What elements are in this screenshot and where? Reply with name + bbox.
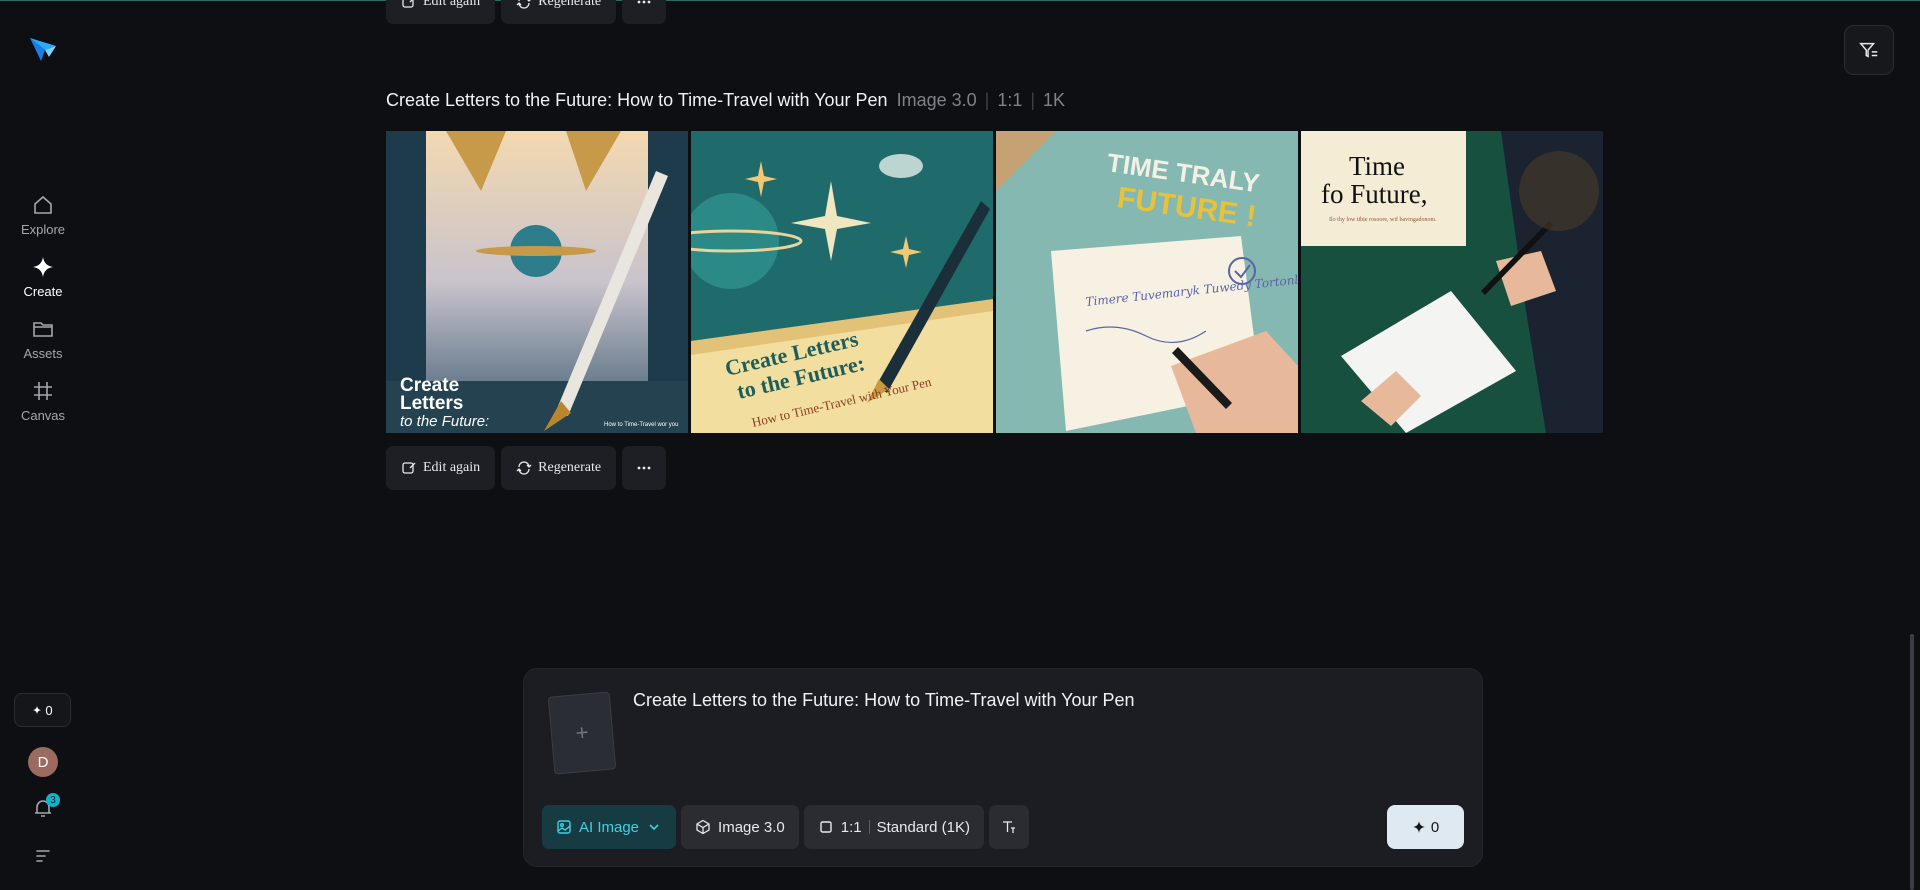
generation-model: Image 3.0	[896, 90, 977, 110]
sparkle-icon	[1412, 821, 1425, 833]
meta-separator: |	[1030, 90, 1036, 110]
edit-icon	[402, 0, 414, 8]
more-options-button[interactable]	[622, 446, 667, 490]
frame-icon	[34, 382, 52, 400]
folder-icon	[33, 322, 53, 337]
previous-actions-row: Edit again Regenerate	[386, 0, 667, 24]
scrollbar[interactable]	[1910, 634, 1914, 890]
sidebar: Explore Create Assets Canvas 0 D 3	[0, 0, 86, 890]
generated-images: Create Letters to the Future: How to Tim…	[386, 131, 1603, 433]
image-1-text-line-3: to the Future:	[400, 413, 489, 430]
generated-image-1[interactable]: Create Letters to the Future: How to Tim…	[386, 131, 688, 433]
sidebar-item-label: Create	[23, 284, 63, 299]
image-1-text-line-2: Letters	[400, 393, 463, 414]
regenerate-icon	[516, 461, 532, 475]
image-4-text-line-2: fo Future,	[1321, 179, 1427, 209]
image-2-artwork: Create Letters to the Future: How to Tim…	[691, 131, 993, 433]
image-4-artwork: Time fo Future, Ilo thy low tibie rosoor…	[1301, 131, 1603, 433]
sidebar-nav: Explore Create Assets Canvas	[0, 184, 86, 432]
image-4-text-line-1: Time	[1349, 151, 1405, 181]
avatar[interactable]: D	[28, 747, 58, 777]
mode-select[interactable]: AI Image	[542, 805, 677, 849]
generation-header: Create Letters to the Future: How to Tim…	[386, 90, 1065, 111]
prompt-composer: + Create Letters to the Future: How to T…	[523, 668, 1483, 867]
generate-button[interactable]: 0	[1387, 805, 1464, 849]
quality-label: Standard (1K)	[876, 818, 970, 836]
cube-icon	[696, 819, 710, 835]
sidebar-item-label: Explore	[20, 222, 66, 237]
image-actions-row: Edit again Regenerate	[386, 446, 667, 490]
plus-icon: +	[574, 719, 590, 746]
notification-count-badge: 3	[46, 793, 60, 807]
regenerate-icon	[516, 0, 532, 9]
generation-prompt: Create Letters to the Future: How to Tim…	[386, 90, 888, 110]
logo-icon[interactable]	[27, 33, 59, 65]
regenerate-button[interactable]: Regenerate	[501, 0, 617, 24]
regenerate-label: Regenerate	[538, 460, 602, 475]
home-icon	[34, 195, 52, 214]
regenerate-label: Regenerate	[538, 0, 602, 9]
edit-icon	[402, 462, 416, 474]
generated-image-2[interactable]: Create Letters to the Future: How to Tim…	[691, 131, 993, 433]
generation-ratio: 1:1	[997, 90, 1023, 110]
ai-image-icon	[557, 820, 571, 834]
generate-cost: 0	[1430, 818, 1440, 836]
prompt-input[interactable]: Create Letters to the Future: How to Tim…	[633, 690, 1135, 711]
image-3-artwork: TIME TRALY FUTURE ! Timere Tuvemaryk Tuw…	[996, 131, 1298, 433]
sidebar-item-create[interactable]: Create	[6, 246, 80, 308]
top-divider	[0, 0, 1920, 1]
generated-image-3[interactable]: TIME TRALY FUTURE ! Timere Tuvemaryk Tuw…	[996, 131, 1298, 433]
aspect-ratio-icon	[820, 821, 832, 833]
text-icon	[1003, 821, 1015, 833]
sidebar-item-label: Assets	[23, 346, 63, 361]
more-icon	[637, 466, 651, 470]
edit-again-button[interactable]: Edit again	[386, 446, 496, 490]
image-1-caption: How to Time-Travel wor you	[604, 422, 678, 428]
edit-again-label: Edit again	[423, 0, 481, 9]
edit-again-button[interactable]: Edit again	[386, 0, 496, 24]
add-reference-image-button[interactable]: +	[547, 691, 617, 775]
filter-icon	[1859, 42, 1878, 58]
generation-resolution: 1K	[1043, 90, 1066, 110]
model-select[interactable]: Image 3.0	[681, 805, 799, 849]
toolbar-divider	[868, 820, 870, 834]
text-style-button[interactable]	[989, 805, 1029, 849]
sparkle-icon	[33, 705, 42, 715]
sidebar-item-explore[interactable]: Explore	[6, 184, 80, 246]
credits-badge[interactable]: 0	[14, 693, 71, 727]
sidebar-item-assets[interactable]: Assets	[6, 308, 80, 370]
chevron-down-icon	[649, 824, 659, 831]
generated-image-4[interactable]: Time fo Future, Ilo thy low tibie rosoor…	[1301, 131, 1603, 433]
more-options-button[interactable]	[622, 0, 667, 24]
ratio-label: 1:1	[840, 818, 862, 836]
regenerate-button[interactable]: Regenerate	[501, 446, 617, 490]
collapse-menu-icon[interactable]	[33, 846, 53, 866]
mode-label: AI Image	[579, 818, 640, 836]
composer-toolbar: AI Image Image 3.0 1:1 Standard (1K)	[542, 805, 1029, 849]
model-label: Image 3.0	[718, 818, 785, 836]
more-icon	[637, 0, 651, 4]
size-settings-select[interactable]: 1:1 Standard (1K)	[803, 805, 984, 849]
filter-button[interactable]	[1844, 25, 1894, 75]
credits-count: 0	[45, 702, 53, 718]
sparkle-icon	[33, 257, 53, 277]
sidebar-item-label: Canvas	[20, 408, 66, 423]
sidebar-item-canvas[interactable]: Canvas	[6, 370, 80, 432]
meta-separator: |	[984, 90, 990, 110]
edit-again-label: Edit again	[423, 460, 481, 475]
image-4-caption: Ilo thy low tibie rosoore, wif bavingado…	[1329, 216, 1437, 223]
image-1-artwork: Create Letters to the Future: How to Tim…	[386, 131, 688, 433]
